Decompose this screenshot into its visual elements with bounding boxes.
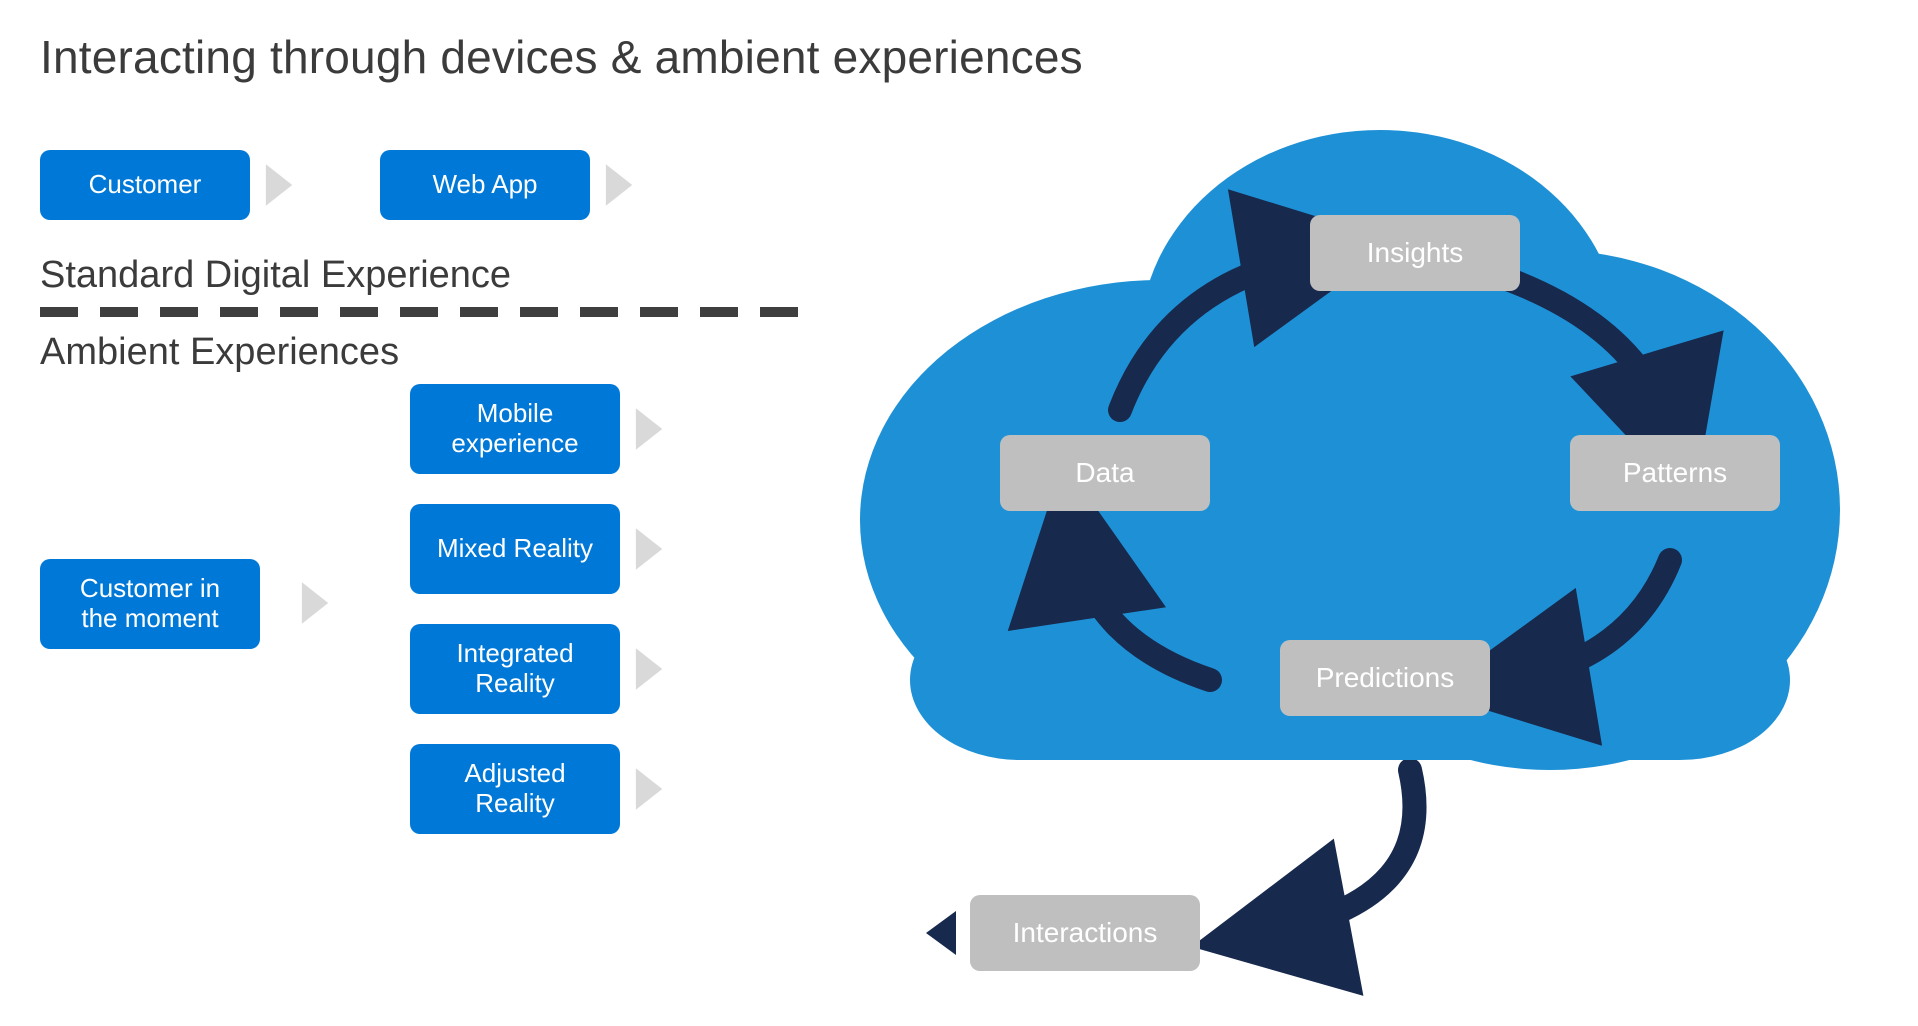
box-webapp: Web App xyxy=(380,150,590,220)
right-column: Insights Patterns Predictions Data Inter… xyxy=(850,120,1880,1000)
box-customer: Customer xyxy=(40,150,250,220)
chevron-right-icon xyxy=(300,579,332,627)
node-interactions: Interactions xyxy=(970,895,1200,971)
node-data: Data xyxy=(1000,435,1210,511)
ambient-channel-stack: Mobile experience Mixed Reality Integrat… xyxy=(410,384,666,834)
chevron-right-icon xyxy=(634,525,666,573)
channel-row: Mobile experience xyxy=(410,384,666,474)
box-channel: Adjusted Reality xyxy=(410,744,620,834)
node-predictions: Predictions xyxy=(1280,640,1490,716)
chevron-right-icon xyxy=(604,161,636,209)
chevron-right-icon xyxy=(634,405,666,453)
standard-flow-row: Customer Web App xyxy=(40,150,820,220)
left-column: Customer Web App Standard Digital Experi… xyxy=(40,150,820,984)
node-insights: Insights xyxy=(1310,215,1520,291)
chevron-right-icon xyxy=(634,765,666,813)
channel-row: Integrated Reality xyxy=(410,624,666,714)
output-arrow-icon xyxy=(1150,760,1550,1020)
chevron-right-icon xyxy=(634,645,666,693)
heading-standard: Standard Digital Experience xyxy=(40,254,820,297)
ambient-area: Customer in the moment Mobile experience… xyxy=(40,384,820,984)
slide-root: Interacting through devices & ambient ex… xyxy=(0,0,1918,1026)
chevron-left-icon xyxy=(922,909,958,962)
box-customer-moment: Customer in the moment xyxy=(40,559,260,649)
node-patterns: Patterns xyxy=(1570,435,1780,511)
chevron-right-icon xyxy=(264,161,296,209)
box-channel: Mobile experience xyxy=(410,384,620,474)
channel-row: Adjusted Reality xyxy=(410,744,666,834)
heading-ambient: Ambient Experiences xyxy=(40,331,820,374)
slide-title: Interacting through devices & ambient ex… xyxy=(40,30,1878,84)
cloud-diagram: Insights Patterns Predictions Data xyxy=(850,120,1850,820)
channel-row: Mixed Reality xyxy=(410,504,666,594)
box-channel: Mixed Reality xyxy=(410,504,620,594)
divider-dashed xyxy=(40,307,820,317)
box-channel: Integrated Reality xyxy=(410,624,620,714)
